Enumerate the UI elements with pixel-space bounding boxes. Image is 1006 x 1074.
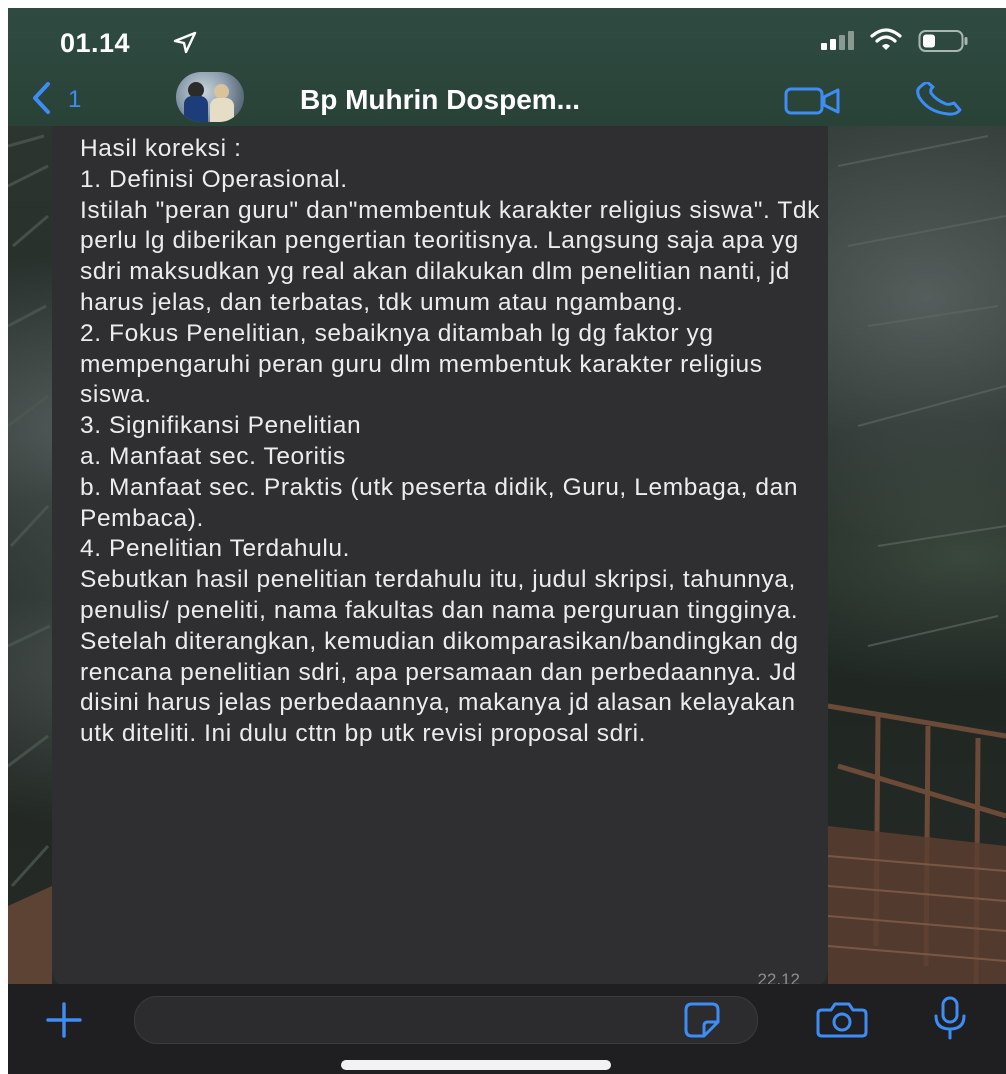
location-arrow-icon [172, 30, 198, 61]
signal-icon [821, 30, 861, 55]
plus-icon[interactable] [44, 1000, 84, 1045]
nav-bar: 1 Bp Muhrin Dospem... [8, 68, 1006, 126]
phone-screen: 01.14 1 Bp Muhrin Dospem... Hasil koreks… [8, 8, 1006, 1074]
message-text: Hasil koreksi : 1. Definisi Operasional.… [80, 135, 820, 748]
phone-icon[interactable] [914, 80, 966, 123]
message-input[interactable] [134, 996, 758, 1044]
sticker-icon[interactable] [682, 1000, 722, 1045]
wifi-icon [870, 28, 902, 57]
unread-count: 1 [68, 86, 82, 113]
status-bar: 01.14 [8, 8, 1006, 68]
message-bubble[interactable]: Hasil koreksi : 1. Definisi Operasional.… [52, 126, 828, 988]
status-time: 01.14 [60, 28, 131, 58]
video-camera-icon[interactable] [784, 86, 844, 121]
chevron-left-icon [30, 81, 52, 120]
back-button[interactable]: 1 [30, 80, 120, 120]
chat-area[interactable]: Hasil koreksi : 1. Definisi Operasional.… [8, 126, 1006, 988]
contact-name[interactable]: Bp Muhrin Dospem... [300, 84, 580, 116]
battery-icon [918, 29, 970, 58]
microphone-icon[interactable] [932, 996, 968, 1047]
camera-icon[interactable] [816, 1002, 868, 1043]
chat-header: 01.14 1 Bp Muhrin Dospem... [8, 8, 1006, 126]
home-indicator[interactable] [341, 1060, 611, 1070]
avatar[interactable] [176, 72, 244, 122]
